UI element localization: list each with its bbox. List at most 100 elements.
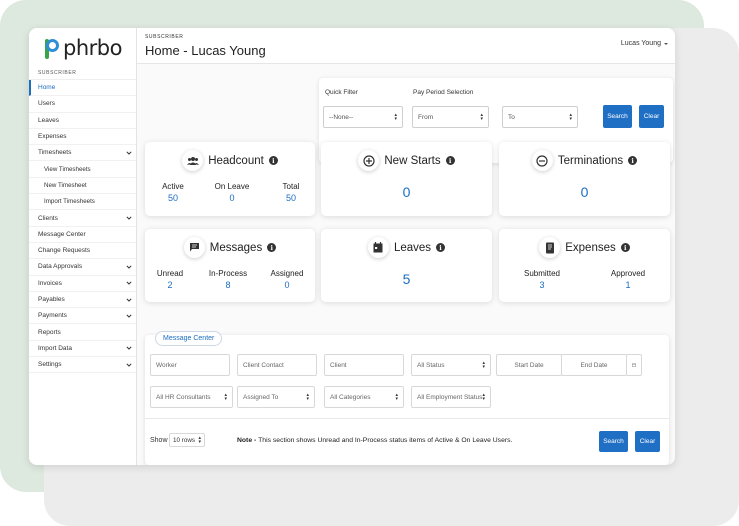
from-select[interactable]: From ▴ ▾ [412,106,489,128]
user-menu[interactable]: Lucas Young [621,40,669,47]
stat-active[interactable]: Active 50 [157,182,189,203]
sidebar-item-invoices[interactable]: Invoices [29,276,136,292]
sidebar-item-leaves[interactable]: Leaves [29,113,136,129]
sidebar-item-label: Change Requests [38,247,91,255]
calendar-icon [367,237,389,258]
new-starts-title: New Starts [384,154,441,167]
caret-down-icon [664,42,668,45]
employment-status-value: All Employment Status [417,393,483,401]
terminations-card[interactable]: Terminations i 0 [499,142,670,216]
search-button[interactable]: Search [603,105,632,128]
sidebar-item-data-approvals[interactable]: Data Approvals [29,259,136,276]
clear-button[interactable]: Clear [639,105,664,128]
chevron-down-icon [126,346,132,351]
page-header: SUBSCRIBER Home - Lucas Young Lucas Youn… [137,28,675,64]
people-icon [182,150,204,171]
end-date-input[interactable]: End Date [561,354,627,376]
stat-label: In-Process [208,269,248,278]
sidebar-item-message-center[interactable]: Message Center [29,227,136,243]
headcount-card: Headcount i Active 50 On Leave 0 Total 5… [145,142,315,216]
stat-label: Assigned [270,269,304,278]
logo-text: phrbo [63,36,122,60]
sidebar-item-label: Home [38,84,56,92]
sidebar-item-payments[interactable]: Payments [29,308,136,325]
worker-input[interactable]: Worker [150,354,230,376]
sidebar-nav: Home Users Leaves Expenses Timesheets View Ti… [29,80,136,374]
logo[interactable]: phrbo [29,28,136,64]
sidebar-item-label: Payables [38,296,65,303]
info-icon[interactable]: i [436,243,446,252]
to-select[interactable]: To ▴ ▾ [502,106,578,128]
assigned-to-select[interactable]: Assigned To ▴ ▾ [237,386,315,408]
stat-unread[interactable]: Unread 2 [153,269,187,290]
sidebar-item-change-requests[interactable]: Change Requests [29,243,136,260]
info-icon[interactable]: i [268,156,278,165]
chevron-down-icon [126,216,132,220]
user-name: Lucas Young [620,40,661,47]
expenses-title: Expenses [565,241,616,254]
info-icon[interactable]: i [628,156,638,165]
hr-consultants-select[interactable]: All HR Consultants ▴ ▾ [150,386,233,408]
quick-filter-value: --None-- [329,113,354,121]
stat-on-leave[interactable]: On Leave 0 [212,182,252,203]
start-date-input[interactable]: Start Date [496,354,562,376]
leaves-card[interactable]: Leaves i 5 [321,229,492,302]
sidebar-item-timesheets[interactable]: Timesheets [29,145,136,162]
sidebar-item-payables[interactable]: Payables [29,292,136,309]
sidebar-section-label: SUBSCRIBER [29,64,136,80]
sidebar-item-home[interactable]: Home [29,80,136,97]
show-label: Show [150,437,168,444]
stat-value: 1 [625,280,631,290]
quick-filter-label: Quick Filter [325,89,358,96]
logo-icon [43,37,61,59]
sidebar-item-label: Import Data [38,344,72,352]
status-select[interactable]: All Status ▴ ▾ [411,354,491,376]
sidebar-item-label: View Timesheets [44,165,91,173]
client-input[interactable]: Client [324,354,404,376]
sidebar-item-label: Data Approvals [38,263,83,271]
sidebar-item-view-timesheets[interactable]: View Timesheets [29,161,136,178]
leaves-value: 5 [402,271,411,287]
new-starts-card[interactable]: New Starts i 0 [321,142,492,216]
leaves-title: Leaves [393,241,432,254]
new-starts-value: 0 [402,184,411,200]
sidebar-item-expenses[interactable]: Expenses [29,129,136,146]
message-center-tab[interactable]: Message Center [155,331,223,346]
stat-label: Active [162,182,184,191]
receipt-icon [539,237,561,258]
sidebar-item-label: Reports [38,328,61,336]
categories-select[interactable]: All Categories ▴ ▾ [324,386,404,408]
sidebar-item-users[interactable]: Users [29,96,136,113]
sidebar-item-new-timesheet[interactable]: New Timesheet [29,177,136,195]
stat-approved[interactable]: Approved 1 [605,269,651,290]
calendar-icon [632,363,636,367]
info-icon[interactable]: i [445,156,455,165]
sidebar-item-reports[interactable]: Reports [29,324,136,341]
sidebar-item-import-data[interactable]: Import Data [29,341,136,358]
sidebar-item-label: Clients [38,214,58,222]
stat-total[interactable]: Total 50 [275,182,307,203]
stat-submitted[interactable]: Submitted 3 [517,269,567,290]
quick-filter-select[interactable]: --None-- ▴ ▾ [323,106,403,128]
app-window: phrbo SUBSCRIBER Home Users Leaves Expenses… [29,28,675,465]
mc-clear-button[interactable]: Clear [635,431,660,452]
sidebar-item-import-timesheets[interactable]: Import Timesheets [29,194,136,211]
stat-label: Unread [156,269,184,278]
stat-value: 8 [225,280,231,290]
stat-value: 0 [284,280,290,290]
info-icon[interactable]: i [267,243,277,252]
terminations-title: Terminations [557,154,624,167]
breadcrumb: SUBSCRIBER [145,34,184,40]
mc-search-button[interactable]: Search [599,431,628,452]
stat-assigned[interactable]: Assigned 0 [267,269,307,290]
rows-select[interactable]: 10 rows ▴ ▾ [169,433,205,447]
calendar-button[interactable] [626,354,642,376]
employment-status-select[interactable]: All Employment Status ▴ ▾ [411,386,491,408]
sidebar-item-clients[interactable]: Clients [29,210,136,227]
info-icon[interactable]: i [620,243,630,252]
client-contact-input[interactable]: Client Contact [237,354,317,376]
messages-card: Messages i Unread 2 In-Process 8 Assigne… [145,229,315,302]
sidebar-item-settings[interactable]: Settings [29,357,136,374]
stat-in-process[interactable]: In-Process 8 [206,269,250,290]
stat-value: 50 [285,193,296,203]
